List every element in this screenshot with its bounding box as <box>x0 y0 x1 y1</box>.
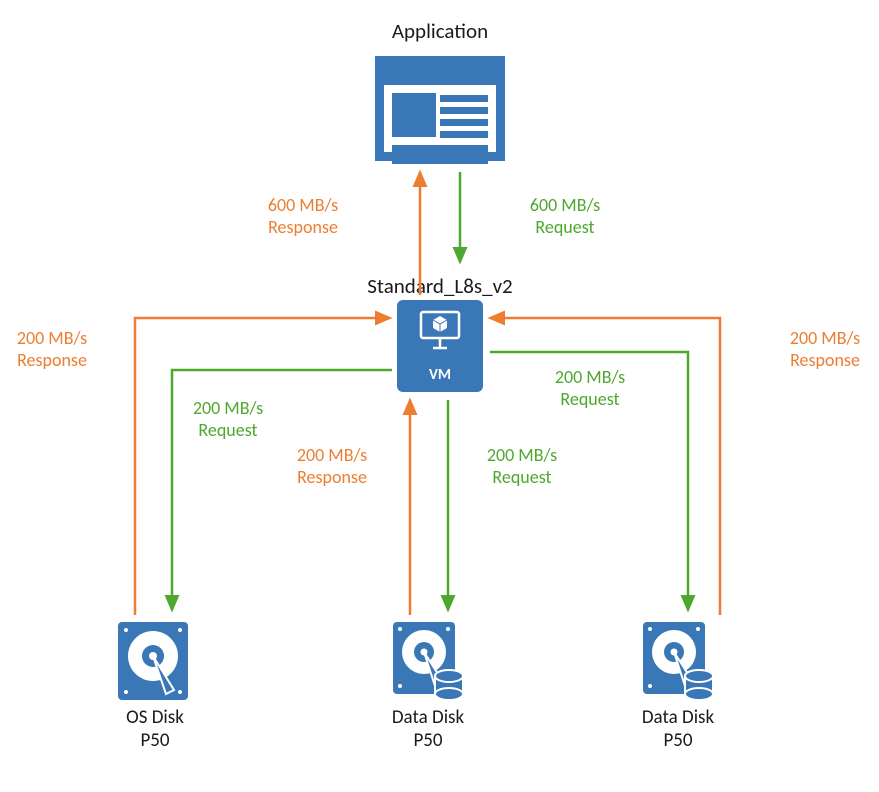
os-disk-icon <box>116 620 190 702</box>
application-icon <box>375 56 505 161</box>
data-disk-2-icon <box>641 620 715 702</box>
vm-title: Standard_L8s_v2 <box>340 273 540 299</box>
flow-os-request: 200 MB/sRequest <box>178 398 278 441</box>
flow-d2-response: 200 MB/sResponse <box>775 328 875 371</box>
flow-d1-request-upper: 200 MB/sRequest <box>540 367 640 410</box>
application-title: Application <box>340 18 540 44</box>
flow-d1-response: 200 MB/sResponse <box>282 445 382 488</box>
data-disk-2-label: Data DiskP50 <box>623 707 733 753</box>
data-disk-1-icon <box>391 620 465 702</box>
flow-app-request: 600 MB/sRequest <box>510 195 620 238</box>
vm-node: VM <box>397 300 483 392</box>
flow-os-response: 200 MB/sResponse <box>2 328 102 371</box>
data-disk-1-label: Data DiskP50 <box>373 707 483 753</box>
vm-label: VM <box>397 366 483 384</box>
flow-app-response: 600 MB/sResponse <box>248 195 358 238</box>
flow-d1-request-lower: 200 MB/sRequest <box>472 445 572 488</box>
monitor-cube-icon <box>419 310 461 352</box>
os-disk-label: OS DiskP50 <box>100 707 210 753</box>
